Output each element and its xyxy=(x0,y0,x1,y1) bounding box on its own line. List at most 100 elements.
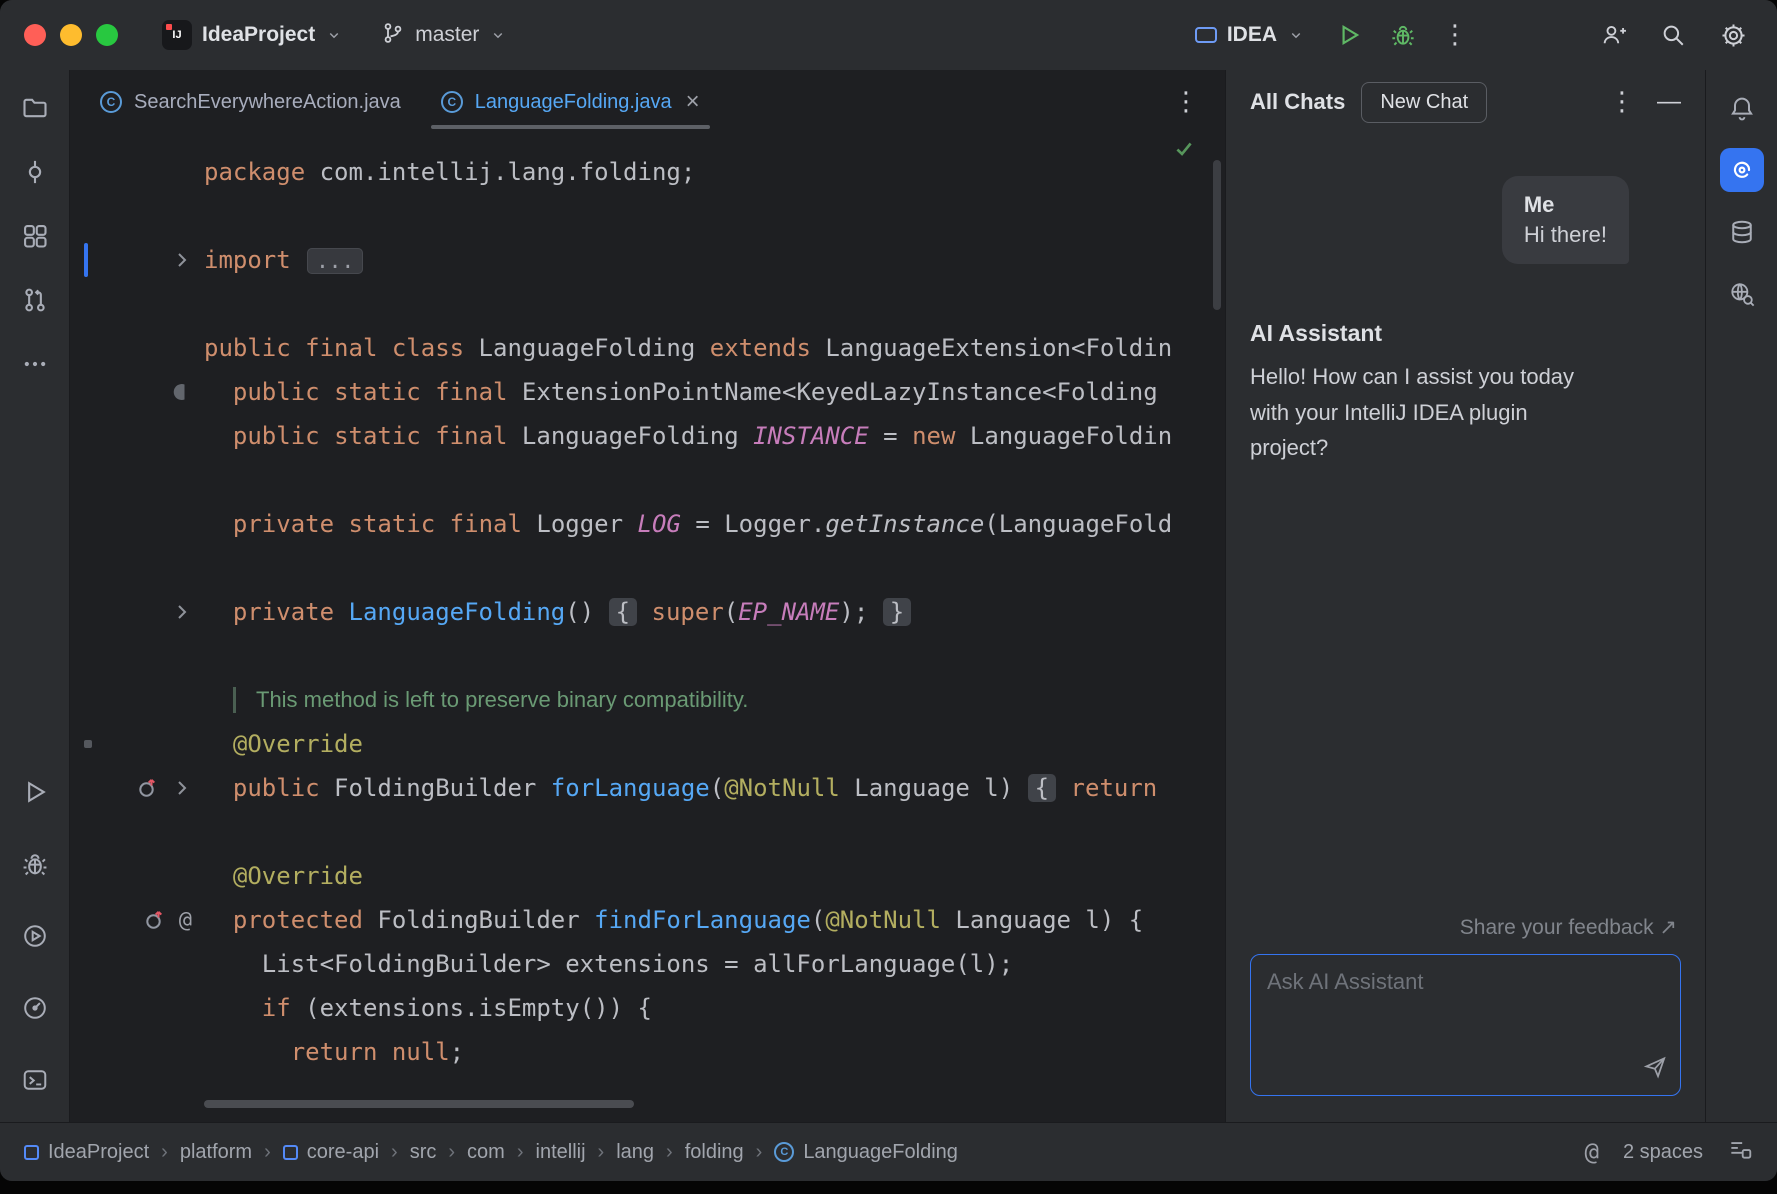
project-tool-folder-icon[interactable] xyxy=(13,86,57,130)
ai-assistant-tool-icon-active[interactable] xyxy=(1720,148,1764,192)
fold-arrow-icon[interactable] xyxy=(172,602,192,622)
intellij-logo-icon: IJ xyxy=(162,20,192,50)
code-text: public static final LanguageFolding INST… xyxy=(204,422,1225,450)
minimize-window-button[interactable] xyxy=(60,24,82,46)
breadcrumb-item[interactable]: intellij xyxy=(536,1141,586,1164)
notifications-bell-icon[interactable] xyxy=(1720,86,1764,130)
run-button[interactable] xyxy=(1329,15,1369,55)
code-text: public final class LanguageFolding exten… xyxy=(204,334,1225,362)
code-editor[interactable]: package com.intellij.lang.folding; import… xyxy=(70,134,1225,1122)
module-icon xyxy=(24,1145,39,1160)
editor-options-kebab[interactable]: ⋮ xyxy=(1173,87,1215,117)
tab-search-everywhere-action[interactable]: C SearchEverywhereAction.java xyxy=(80,70,421,134)
gutter xyxy=(70,458,204,502)
implement-marker-icon[interactable] xyxy=(172,382,192,402)
add-user-button[interactable] xyxy=(1593,15,1633,55)
web-inspections-globe-icon[interactable] xyxy=(1720,272,1764,316)
database-tool-icon[interactable] xyxy=(1720,210,1764,254)
breadcrumb-item[interactable]: folding xyxy=(685,1141,744,1164)
search-everywhere-button[interactable] xyxy=(1653,15,1693,55)
ai-status-icon[interactable]: @ xyxy=(1584,1138,1598,1166)
pull-requests-tool-icon[interactable] xyxy=(13,278,57,322)
override-marker-icon[interactable] xyxy=(136,776,160,800)
debug-tool-icon[interactable] xyxy=(13,842,57,886)
gutter xyxy=(70,282,204,326)
code-text: @Override xyxy=(204,730,1225,758)
ai-panel-header: All Chats New Chat ⋮ — xyxy=(1226,70,1705,134)
fold-arrow-icon[interactable] xyxy=(172,778,192,798)
tab-language-folding[interactable]: C LanguageFolding.java × xyxy=(421,70,720,134)
breadcrumb-item[interactable]: com xyxy=(467,1141,505,1164)
breadcrumb-item[interactable]: core-api xyxy=(283,1141,379,1164)
share-feedback-link[interactable]: Share your feedback ↗ xyxy=(1250,915,1681,940)
breadcrumb-item[interactable]: CLanguageFolding xyxy=(774,1141,958,1164)
gutter xyxy=(70,370,204,414)
left-tool-strip xyxy=(0,70,70,1122)
new-chat-button[interactable]: New Chat xyxy=(1361,82,1487,123)
settings-gear-icon[interactable] xyxy=(1713,15,1753,55)
run-tool-icon[interactable] xyxy=(13,770,57,814)
debug-button[interactable] xyxy=(1383,15,1423,55)
close-window-button[interactable] xyxy=(24,24,46,46)
code-line: public static final LanguageFolding INST… xyxy=(70,414,1225,458)
hide-panel-icon[interactable]: — xyxy=(1651,88,1687,116)
code-line: @Override xyxy=(70,854,1225,898)
more-tools-icon[interactable] xyxy=(13,342,57,386)
breadcrumb-item[interactable]: lang xyxy=(616,1141,654,1164)
ai-options-kebab[interactable]: ⋮ xyxy=(1609,87,1635,117)
branch-icon xyxy=(381,21,405,50)
class-icon: C xyxy=(441,91,463,113)
code-line: package com.intellij.lang.folding; xyxy=(70,150,1225,194)
ask-ai-textarea[interactable] xyxy=(1251,955,1680,1095)
override-marker-icon[interactable] xyxy=(143,908,167,932)
structure-tool-icon[interactable] xyxy=(13,214,57,258)
code-line: import ... xyxy=(70,238,1225,282)
code-text: List<FoldingBuilder> extensions = allFor… xyxy=(204,950,1225,978)
user-message-author: Me xyxy=(1524,192,1607,218)
breadcrumb-label: com xyxy=(467,1141,505,1164)
run-config-name: IDEA xyxy=(1227,23,1277,47)
breadcrumb-item[interactable]: platform xyxy=(180,1141,252,1164)
indent-settings-icon[interactable] xyxy=(1727,1136,1753,1168)
code-line: public final class LanguageFolding exten… xyxy=(70,326,1225,370)
code-line: public FoldingBuilder forLanguage(@NotNu… xyxy=(70,766,1225,810)
indent-size-label[interactable]: 2 spaces xyxy=(1623,1141,1703,1164)
project-widget[interactable]: IJ IdeaProject xyxy=(152,12,353,58)
user-message-text: Hi there! xyxy=(1524,222,1607,248)
gutter xyxy=(70,590,204,634)
breadcrumb-label: IdeaProject xyxy=(48,1141,149,1164)
all-chats-tab[interactable]: All Chats xyxy=(1250,89,1345,115)
code-text: private LanguageFolding() { super(EP_NAM… xyxy=(204,598,1225,626)
gutter: @ xyxy=(70,898,204,942)
inspections-ok-icon[interactable] xyxy=(1173,138,1195,166)
services-tool-icon[interactable] xyxy=(13,914,57,958)
breadcrumb-item[interactable]: src xyxy=(410,1141,437,1164)
zoom-window-button[interactable] xyxy=(96,24,118,46)
run-configuration-widget[interactable]: IDEA xyxy=(1185,15,1315,55)
commit-tool-icon[interactable] xyxy=(13,150,57,194)
vcs-branch-widget[interactable]: master xyxy=(371,13,517,58)
ai-chat-body: Me Hi there! AI Assistant Hello! How can… xyxy=(1226,134,1705,1122)
profiler-tool-icon[interactable] xyxy=(13,986,57,1030)
fold-arrow-icon[interactable] xyxy=(172,250,192,270)
gutter xyxy=(70,678,204,722)
module-icon xyxy=(283,1145,298,1160)
vertical-scrollbar[interactable] xyxy=(1213,160,1221,310)
gutter xyxy=(70,414,204,458)
code-text: private static final Logger LOG = Logger… xyxy=(204,510,1225,538)
send-message-icon[interactable] xyxy=(1642,1054,1668,1085)
ask-ai-input[interactable] xyxy=(1250,954,1681,1096)
chevron-down-icon xyxy=(1287,26,1305,44)
gutter xyxy=(70,942,204,986)
code-text: protected FoldingBuilder findForLanguage… xyxy=(204,906,1225,934)
gutter xyxy=(70,854,204,898)
more-actions-kebab[interactable]: ⋮ xyxy=(1435,15,1475,55)
ide-window: IJ IdeaProject master IDEA xyxy=(0,0,1777,1181)
breadcrumb-item[interactable]: IdeaProject xyxy=(24,1141,149,1164)
close-tab-icon[interactable]: × xyxy=(686,90,700,114)
horizontal-scrollbar[interactable] xyxy=(204,1100,634,1108)
terminal-tool-icon[interactable] xyxy=(13,1058,57,1102)
annotation-marker-icon[interactable]: @ xyxy=(179,908,192,933)
breadcrumb-label: src xyxy=(410,1141,437,1164)
code-text: @Override xyxy=(204,862,1225,890)
